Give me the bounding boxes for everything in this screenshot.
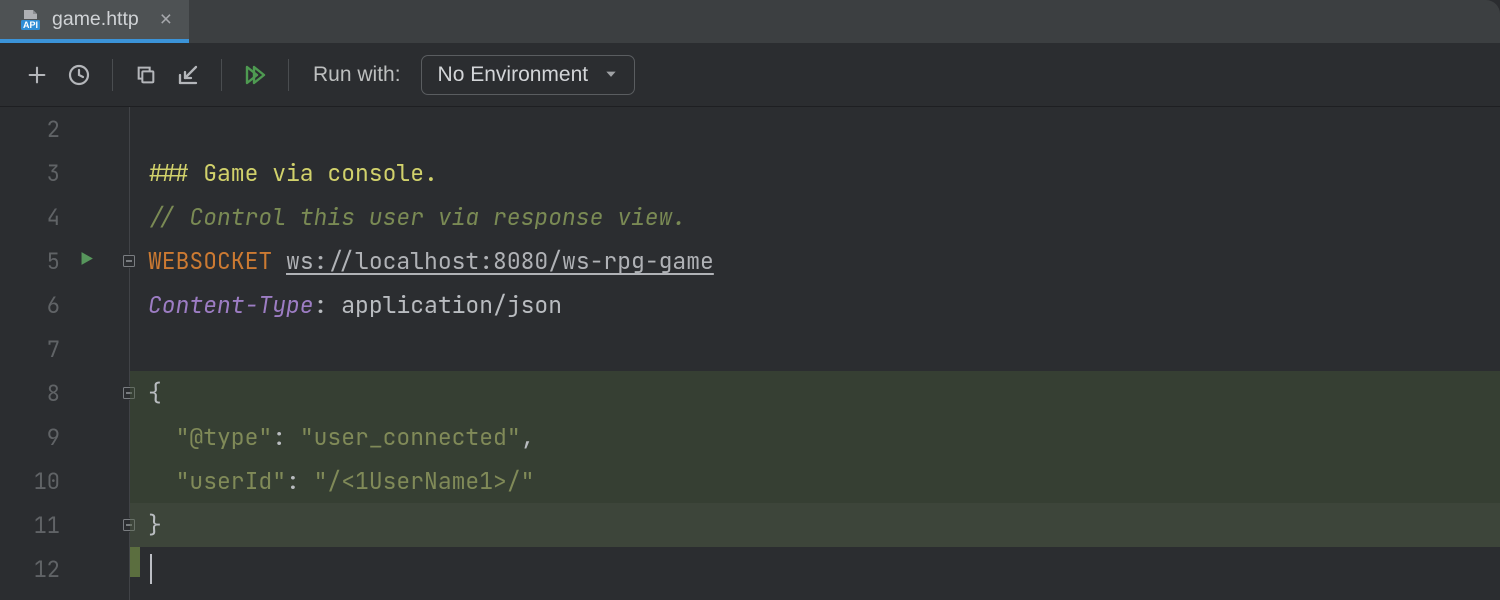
editor-toolbar: Run with: No Environment [0, 43, 1500, 107]
code-line: "userId": "/<1UserName1>/" [130, 459, 1500, 503]
code-line [130, 547, 1500, 591]
line-number: 11 [0, 511, 60, 540]
editor-panel: 2 3 4 5 6 7 8 9 10 11 12 [0, 107, 1500, 600]
import-button[interactable] [171, 58, 205, 92]
line-number: 9 [0, 423, 60, 452]
code-line [130, 327, 1500, 371]
code-editor[interactable]: ### Game via console. // Control this us… [130, 107, 1500, 600]
line-number: 3 [0, 159, 60, 188]
line-number: 8 [0, 379, 60, 408]
api-file-icon: API [18, 8, 42, 32]
tab-filename: game.http [52, 8, 139, 31]
line-number: 4 [0, 203, 60, 232]
code-line: "@type": "user_connected", [130, 415, 1500, 459]
copy-button[interactable] [129, 58, 163, 92]
code-line: // Control this user via response view. [130, 195, 1500, 239]
run-all-button[interactable] [238, 58, 272, 92]
chevron-down-icon [604, 63, 618, 87]
line-number: 5 [0, 247, 60, 276]
environment-value: No Environment [438, 63, 589, 87]
environment-select[interactable]: No Environment [421, 55, 636, 95]
add-button[interactable] [20, 58, 54, 92]
code-line: ### Game via console. [130, 151, 1500, 195]
text-cursor [150, 554, 152, 584]
history-button[interactable] [62, 58, 96, 92]
toolbar-divider [288, 59, 289, 91]
code-line: { [130, 371, 1500, 415]
code-line: } [130, 503, 1500, 547]
code-line [130, 107, 1500, 151]
gutter: 2 3 4 5 6 7 8 9 10 11 12 [0, 107, 130, 600]
svg-text:API: API [23, 20, 38, 30]
toolbar-divider [221, 59, 222, 91]
run-gutter-icon[interactable] [78, 250, 95, 272]
line-number: 6 [0, 291, 60, 320]
line-number: 7 [0, 335, 60, 364]
toolbar-divider [112, 59, 113, 91]
tab-game-http[interactable]: API game.http × [0, 0, 189, 43]
code-line: Content-Type: application/json [130, 283, 1500, 327]
line-number: 10 [0, 467, 60, 496]
close-icon[interactable]: × [157, 9, 175, 30]
run-with-label: Run with: [313, 63, 401, 87]
tab-bar: API game.http × [0, 0, 1500, 43]
line-number: 12 [0, 555, 60, 584]
code-line: WEBSOCKET ws://localhost:8080/ws-rpg-gam… [130, 239, 1500, 283]
line-number: 2 [0, 115, 60, 144]
